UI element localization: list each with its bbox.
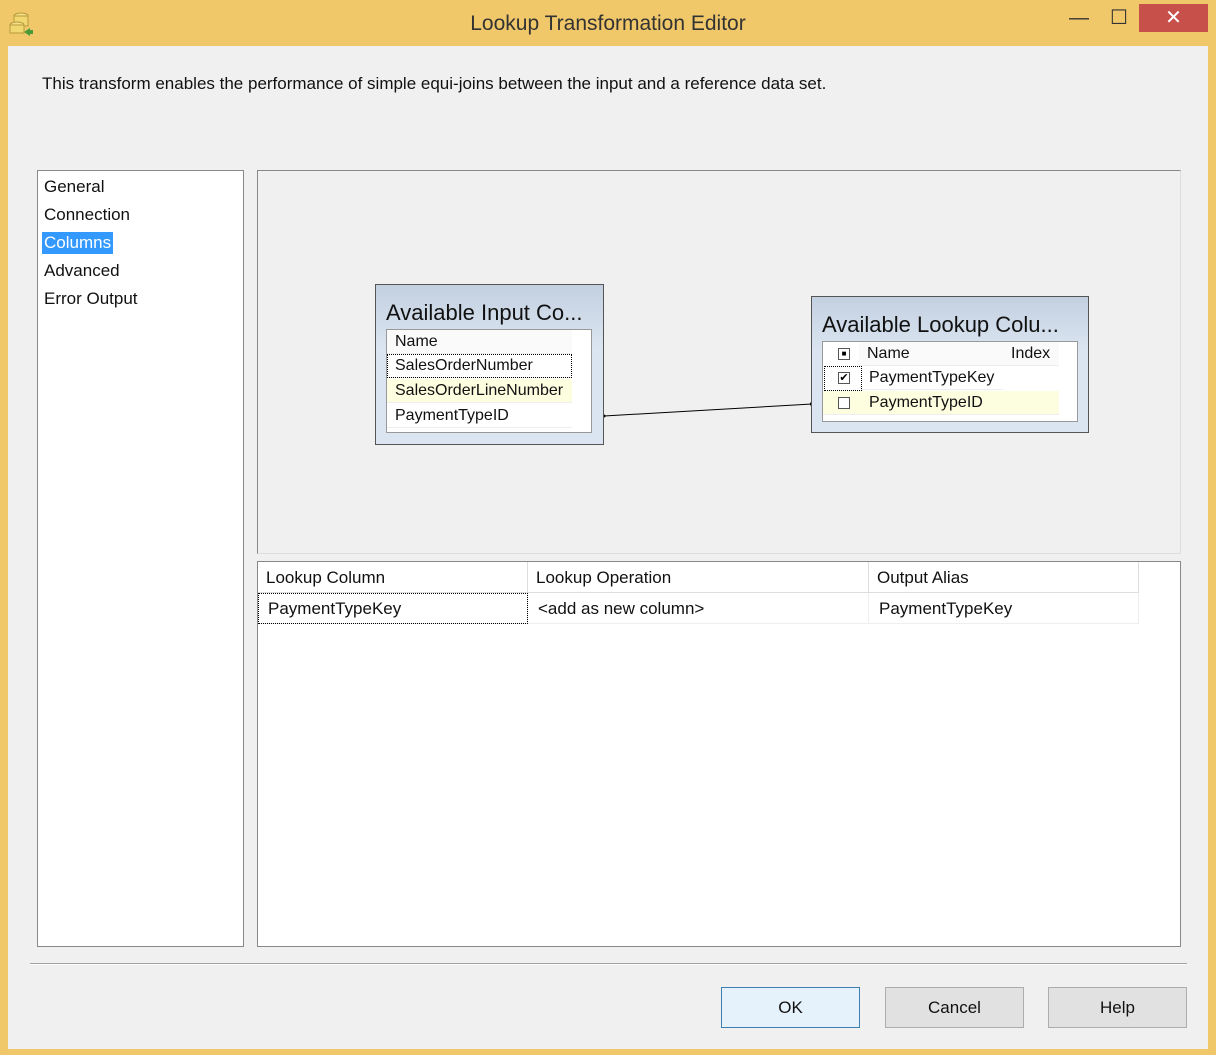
- nav-item-columns[interactable]: Columns: [42, 232, 114, 254]
- grid-cell-lookup-column[interactable]: PaymentTypeKey: [258, 593, 528, 624]
- input-column-header: Name: [387, 330, 572, 354]
- description-text: This transform enables the performance o…: [42, 74, 827, 93]
- select-all-checkbox[interactable]: ■: [838, 348, 850, 360]
- window-title: Lookup Transformation Editor: [470, 12, 746, 35]
- grid-cell-lookup-operation[interactable]: <add as new column>: [528, 593, 869, 624]
- dialog-body: This transform enables the performance o…: [8, 46, 1208, 1049]
- close-button[interactable]: ✕: [1139, 4, 1208, 32]
- cancel-button[interactable]: Cancel: [885, 987, 1024, 1028]
- lookup-column-row[interactable]: PaymentTypeKey: [861, 366, 1003, 390]
- lookup-columns-grid: Lookup Column Lookup Operation Output Al…: [257, 561, 1181, 947]
- lookup-header-index: Index: [1003, 342, 1059, 366]
- input-box-title: Available Input Co...: [386, 300, 583, 325]
- maximize-button[interactable]: ☐: [1097, 4, 1141, 32]
- grid-header-lookup-column: Lookup Column: [258, 562, 528, 593]
- page-nav-list: General Connection Columns Advanced Erro…: [37, 170, 244, 947]
- nav-item-advanced[interactable]: Advanced: [42, 260, 122, 282]
- nav-item-error-output[interactable]: Error Output: [42, 288, 140, 310]
- title-bar: Lookup Transformation Editor — ☐ ✕: [0, 0, 1216, 46]
- grid-header-lookup-operation: Lookup Operation: [528, 562, 869, 593]
- lookup-row-checkbox[interactable]: [838, 397, 850, 409]
- input-column-row[interactable]: PaymentTypeID: [387, 404, 572, 428]
- nav-item-general[interactable]: General: [42, 176, 106, 198]
- lookup-column-row[interactable]: PaymentTypeID: [861, 391, 1003, 415]
- mapping-canvas[interactable]: Available Input Co... Name SalesOrderNum…: [257, 170, 1181, 554]
- divider: [30, 963, 1187, 965]
- input-column-row[interactable]: SalesOrderNumber: [387, 354, 572, 378]
- grid-cell-output-alias[interactable]: PaymentTypeKey: [869, 593, 1139, 624]
- grid-header-output-alias: Output Alias: [869, 562, 1139, 593]
- available-input-columns-box[interactable]: Available Input Co... Name SalesOrderNum…: [375, 284, 604, 445]
- input-column-row[interactable]: SalesOrderLineNumber: [387, 379, 572, 403]
- lookup-row-checkbox[interactable]: ✔: [838, 372, 850, 384]
- ok-button[interactable]: OK: [721, 987, 860, 1028]
- available-lookup-columns-box[interactable]: Available Lookup Colu... ■ Name Index ✔ …: [811, 296, 1089, 433]
- minimize-button[interactable]: —: [1057, 4, 1101, 32]
- lookup-box-title: Available Lookup Colu...: [822, 312, 1059, 337]
- nav-item-connection[interactable]: Connection: [42, 204, 132, 226]
- help-button[interactable]: Help: [1048, 987, 1187, 1028]
- lookup-header-name: Name: [859, 342, 1003, 366]
